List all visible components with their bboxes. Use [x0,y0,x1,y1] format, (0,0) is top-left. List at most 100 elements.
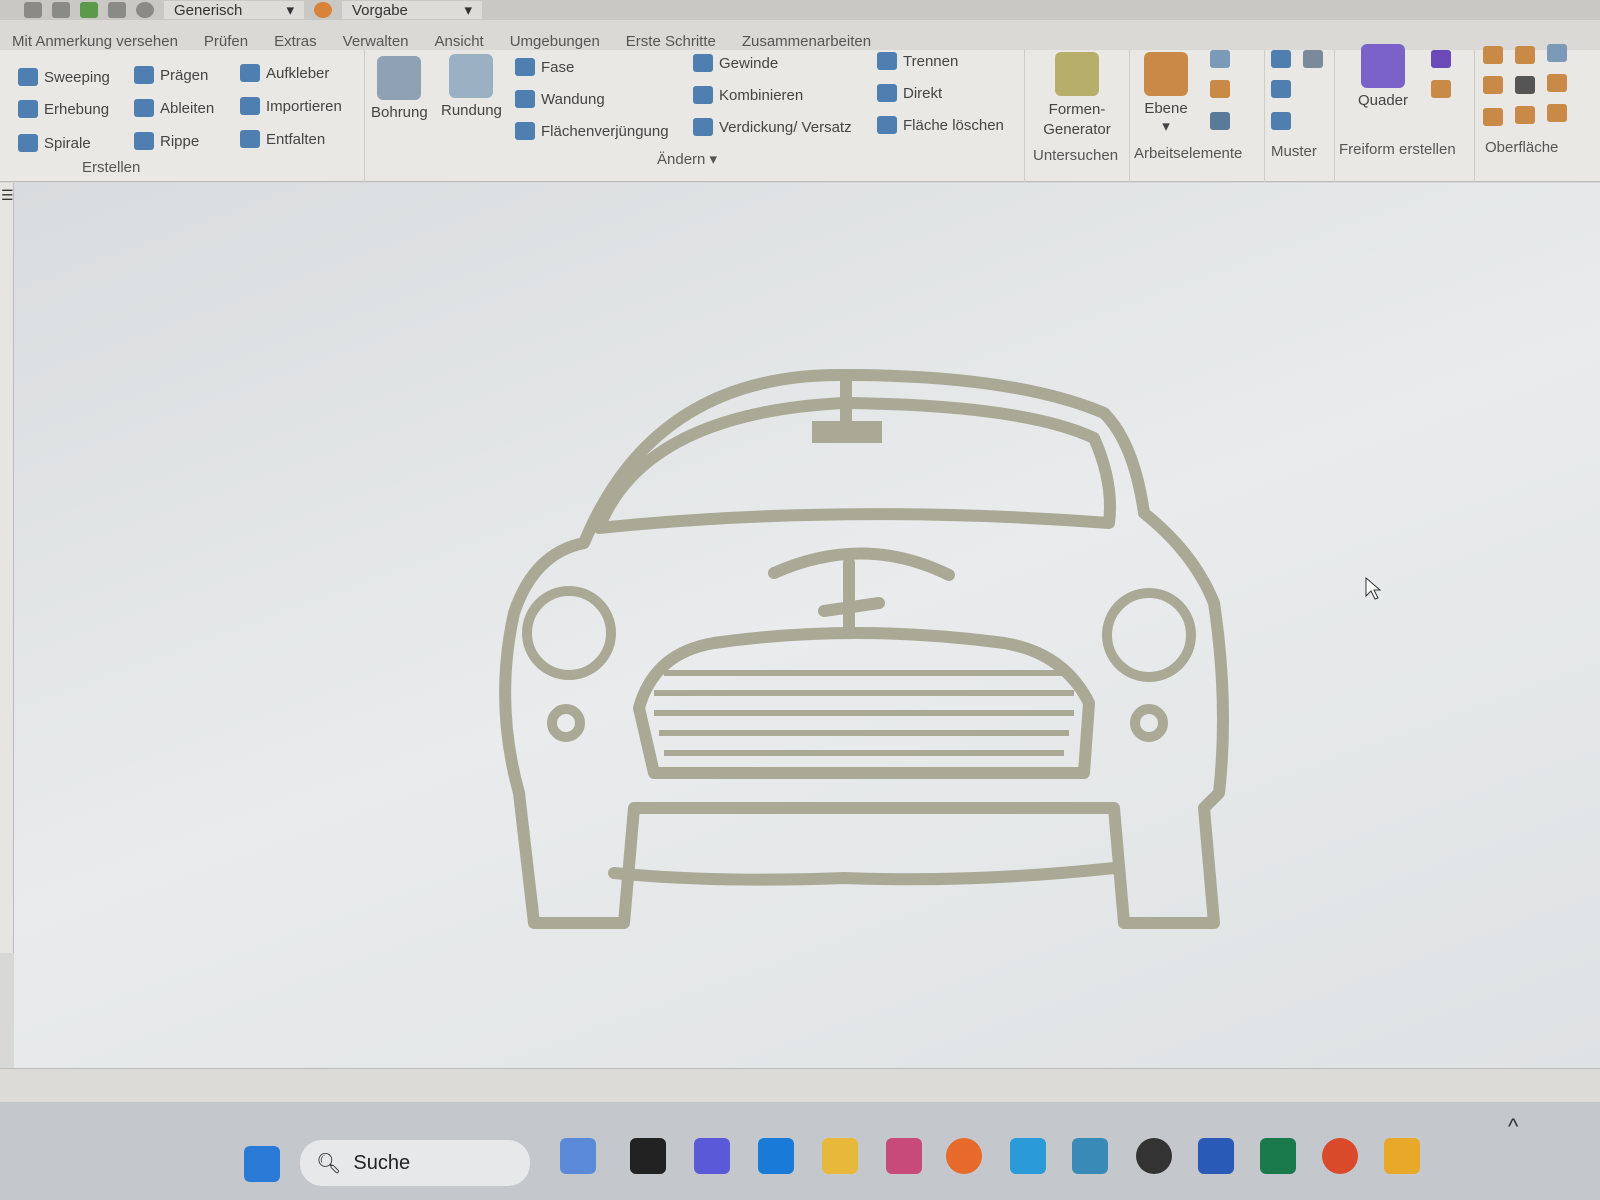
draft-button[interactable]: Flächenverjüngung [515,122,669,140]
box-button[interactable]: Quader [1353,44,1413,109]
mouse-cursor [1365,576,1382,600]
remote-desktop-icon[interactable] [1010,1138,1046,1174]
task-view-icon[interactable] [630,1138,666,1174]
chamfer-icon [515,58,535,76]
freeform-face-icon[interactable] [1431,50,1451,68]
trim-icon[interactable] [1483,76,1503,94]
tab-annotate[interactable]: Mit Anmerkung versehen [12,33,178,50]
mirror-icon[interactable] [1303,50,1323,68]
fillet-button[interactable]: Rundung [441,54,502,119]
direct-button[interactable]: Direkt [877,84,942,102]
browser-collapsed[interactable]: ☰ [0,183,14,953]
sketch-pattern-icon[interactable] [1271,112,1291,130]
undo-icon[interactable] [52,2,70,18]
axis-icon[interactable] [1210,50,1230,68]
combine-icon [693,86,713,104]
3d-viewport[interactable] [14,183,1600,1068]
shape-generator-icon [1055,52,1099,96]
unfold-button[interactable]: Entfalten [240,130,325,148]
sweep-button[interactable]: Sweeping [18,68,110,86]
tab-inspect[interactable]: Prüfen [204,33,248,50]
quick-access-toolbar: Generisch ▾ Vorgabe ▾ [0,0,1600,20]
tab-manage[interactable]: Verwalten [343,33,409,50]
decal-icon [240,64,260,82]
thread-button[interactable]: Gewinde [693,54,778,72]
fillet-icon [449,54,494,98]
rectangular-pattern-icon[interactable] [1271,50,1291,68]
thicken-icon [693,118,713,136]
patch-icon[interactable] [1547,44,1567,62]
fit-mesh-icon[interactable] [1515,106,1535,124]
word-icon[interactable] [1198,1138,1234,1174]
firefox-icon[interactable] [946,1138,982,1174]
hole-button[interactable]: Bohrung [371,56,428,121]
import-icon [240,97,260,115]
coil-button[interactable]: Spirale [18,134,91,152]
tab-environments[interactable]: Umgebungen [510,33,600,50]
app-circle-icon[interactable] [1136,1138,1172,1174]
group-label-freeform: Freiform erstellen [1339,141,1456,158]
repair-icon[interactable] [1483,108,1503,126]
combine-button[interactable]: Kombinieren [693,86,803,104]
excel-icon[interactable] [1260,1138,1296,1174]
home-icon[interactable] [24,2,42,18]
teams-icon[interactable] [694,1138,730,1174]
chamfer-button[interactable]: Fase [515,58,574,76]
hood-ornament [818,557,885,639]
tray-chevron-icon[interactable]: ^ [1508,1114,1518,1140]
app-wave-icon[interactable] [1072,1138,1108,1174]
circular-pattern-icon[interactable] [1271,80,1291,98]
shape-generator-button[interactable]: Formen-Generator [1037,52,1117,140]
extend-icon[interactable] [1515,76,1535,94]
tab-collaborate[interactable]: Zusammenarbeiten [742,33,871,50]
rear-mirror [812,421,882,443]
draft-icon [515,122,535,140]
redo-icon[interactable] [108,2,126,18]
delete-face-button[interactable]: Fläche löschen [877,116,1004,134]
import-button[interactable]: Importieren [240,97,342,115]
appearance-icon [314,2,332,18]
delete-face-icon [877,116,897,134]
emboss-button[interactable]: Prägen [134,66,208,84]
file-explorer-icon[interactable] [822,1138,858,1174]
derive-button[interactable]: Ableiten [134,99,214,117]
split-button[interactable]: Trennen [877,52,958,70]
status-bar [0,1068,1600,1102]
save-icon[interactable] [80,2,98,18]
snipping-tool-icon[interactable] [886,1138,922,1174]
material-dropdown[interactable]: Generisch ▾ [164,1,304,19]
shell-button[interactable]: Wandung [515,90,605,108]
ruled-surface-icon[interactable] [1547,104,1567,122]
split-icon [877,52,897,70]
app-c-icon[interactable] [758,1138,794,1174]
taskbar-search[interactable]: 🔍︎ Suche [300,1140,530,1186]
inventor-icon[interactable] [1384,1138,1420,1174]
powerpoint-icon[interactable] [1322,1138,1358,1174]
point-icon[interactable] [1210,80,1230,98]
car-model [499,368,1382,929]
tab-view[interactable]: Ansicht [435,33,484,50]
plane-button[interactable]: Ebene ▾ [1138,52,1194,135]
group-label-modify[interactable]: Ändern ▾ [657,150,717,168]
menu-icon[interactable]: ☰ [1,187,14,204]
replace-face-icon[interactable] [1547,74,1567,92]
start-icon[interactable] [244,1146,280,1182]
tab-tools[interactable]: Extras [274,33,317,50]
group-label-pattern: Muster [1271,143,1317,160]
stitch-icon[interactable] [1483,46,1503,64]
emboss-icon [134,66,154,84]
group-modify: Bohrung Rundung Fase Wandung Flächenverj… [365,50,1025,182]
appearance-dropdown[interactable]: Vorgabe ▾ [342,1,482,19]
decal-button[interactable]: Aufkleber [240,64,329,82]
loft-button[interactable]: Erhebung [18,100,109,118]
freeform-convert-icon[interactable] [1431,80,1451,98]
tab-get-started[interactable]: Erste Schritte [626,33,716,50]
rib-button[interactable]: Rippe [134,132,199,150]
sculpt-icon[interactable] [1515,46,1535,64]
group-pattern: Muster [1265,50,1335,182]
widgets-icon[interactable] [560,1138,596,1174]
left-headlight [522,586,616,680]
ucs-icon[interactable] [1210,112,1230,130]
thicken-button[interactable]: Verdickung/ Versatz [693,118,852,136]
unfold-icon [240,130,260,148]
